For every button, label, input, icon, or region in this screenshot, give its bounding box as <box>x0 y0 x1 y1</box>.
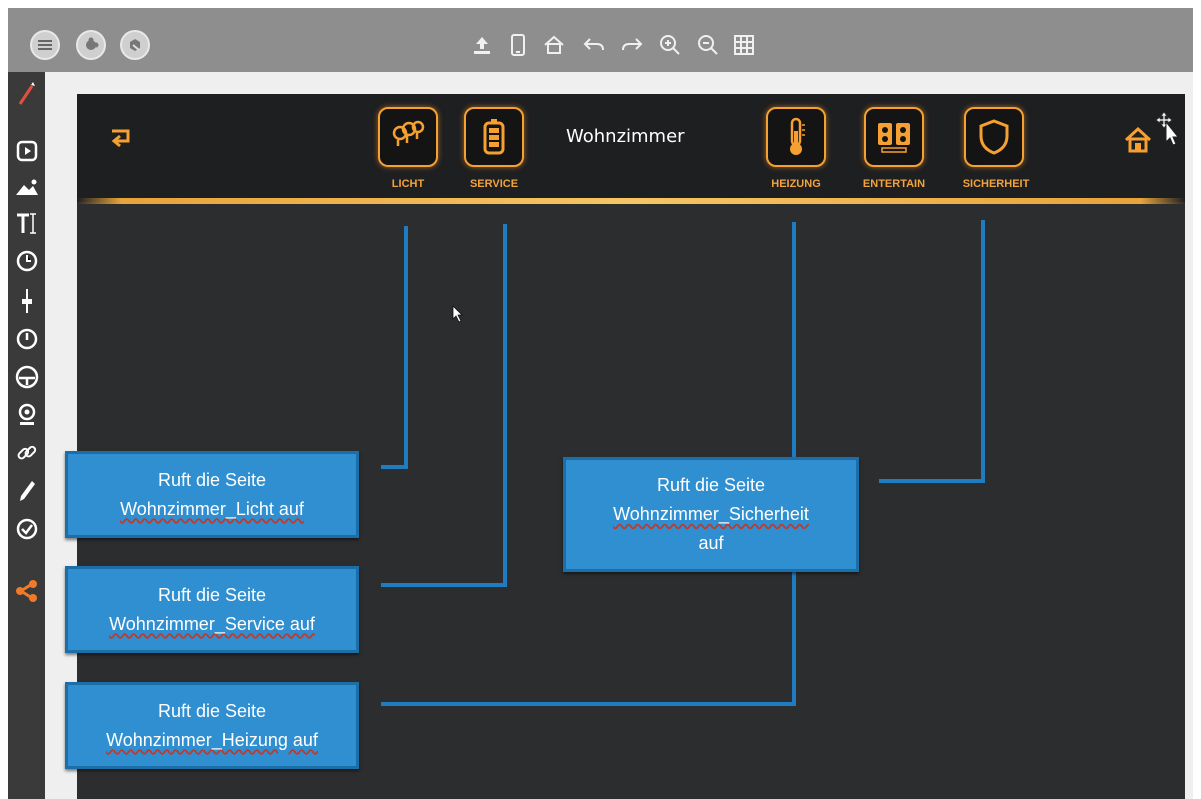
callout-sicherheit: Ruft die Seite Wohnzimmer_Sicherheit auf <box>563 457 859 572</box>
callout-heizung-line1: Ruft die Seite <box>157 700 267 721</box>
callout-sicherheit-line3: auf <box>698 533 724 553</box>
callout-heizung-line2: Wohnzimmer_Heizung auf <box>106 729 318 750</box>
connector-licht <box>381 226 408 469</box>
callout-licht-line1: Ruft die Seite <box>157 469 267 490</box>
callout-heizung: Ruft die Seite Wohnzimmer_Heizung auf <box>65 682 359 769</box>
connector-sicherheit <box>879 220 985 483</box>
callout-service: Ruft die Seite Wohnzimmer_Service auf <box>65 566 359 653</box>
connector-lines <box>381 220 985 706</box>
callout-service-line1: Ruft die Seite <box>157 584 267 605</box>
callout-sicherheit-line1: Ruft die Seite <box>656 475 766 495</box>
connector-service <box>381 224 507 587</box>
callout-service-line2: Wohnzimmer_Service auf <box>109 613 315 634</box>
callout-licht: Ruft die Seite Wohnzimmer_Licht auf <box>65 451 359 538</box>
callout-licht-line2: Wohnzimmer_Licht auf <box>120 498 304 519</box>
callout-sicherheit-line2: Wohnzimmer_Sicherheit <box>613 504 809 524</box>
